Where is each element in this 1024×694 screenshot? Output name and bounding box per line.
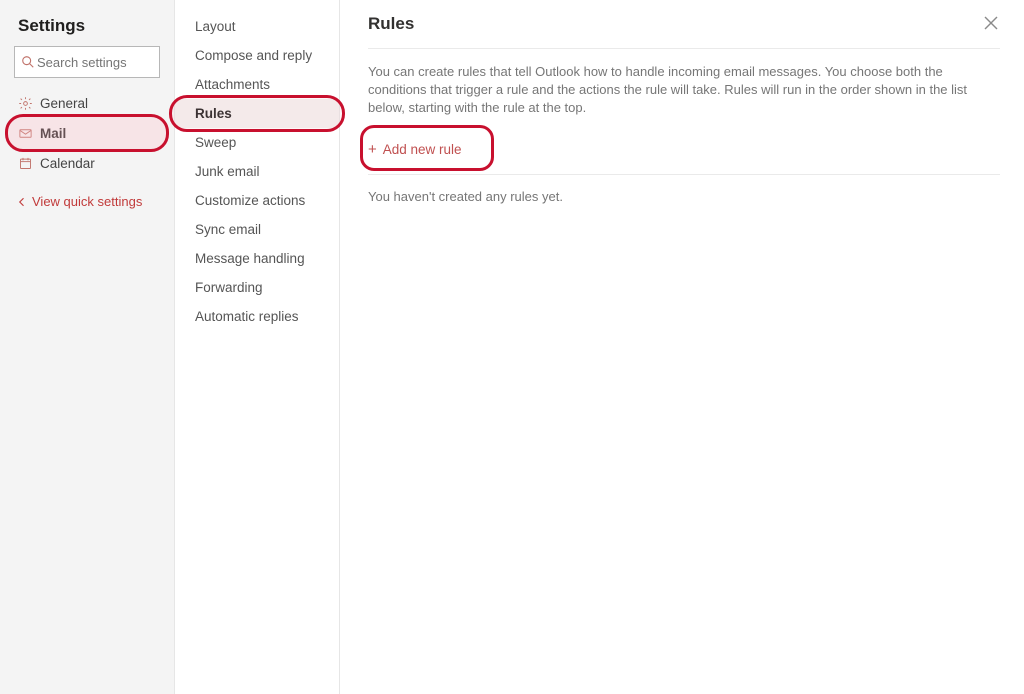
view-quick-settings-link[interactable]: View quick settings: [0, 178, 174, 209]
search-icon: [21, 55, 35, 69]
category-label: Calendar: [40, 156, 95, 171]
subnav-item-customize[interactable]: Customize actions: [175, 186, 339, 215]
subnav-item-attachments[interactable]: Attachments: [175, 70, 339, 99]
rules-description: You can create rules that tell Outlook h…: [368, 63, 1000, 118]
add-new-rule-button[interactable]: + Add new rule: [368, 139, 480, 160]
sidebar-primary: Settings Gene: [0, 0, 175, 694]
calendar-icon: [18, 156, 40, 171]
subnav-item-autoreply[interactable]: Automatic replies: [175, 302, 339, 331]
search-box[interactable]: [14, 46, 160, 78]
settings-app: Settings Gene: [0, 0, 1024, 694]
subnav-item-compose[interactable]: Compose and reply: [175, 41, 339, 70]
subnav-item-sync[interactable]: Sync email: [175, 215, 339, 244]
plus-icon: +: [368, 141, 377, 158]
close-icon[interactable]: [982, 14, 1000, 36]
page-title: Rules: [368, 14, 414, 34]
sidebar-secondary: Layout Compose and reply Attachments Rul…: [175, 0, 340, 694]
gear-icon: [18, 96, 40, 111]
sidebar-item-mail[interactable]: Mail: [0, 118, 174, 148]
mail-icon: [18, 126, 40, 141]
add-rule-label: Add new rule: [383, 142, 462, 157]
category-label: General: [40, 96, 88, 111]
quick-settings-label: View quick settings: [32, 194, 142, 209]
add-rule-section: + Add new rule: [368, 131, 1000, 175]
subnav-item-layout[interactable]: Layout: [175, 12, 339, 41]
empty-state-text: You haven't created any rules yet.: [368, 189, 1000, 204]
search-wrap: [14, 46, 160, 78]
category-label: Mail: [40, 126, 66, 141]
subnav-item-junk[interactable]: Junk email: [175, 157, 339, 186]
category-list: General Mail: [0, 88, 174, 178]
subnav-item-sweep[interactable]: Sweep: [175, 128, 339, 157]
subnav-item-rules[interactable]: Rules: [175, 99, 339, 128]
main-panel: Rules You can create rules that tell Out…: [340, 0, 1024, 694]
sidebar-item-general[interactable]: General: [0, 88, 174, 118]
chevron-left-icon: [16, 196, 28, 208]
subnav-item-forwarding[interactable]: Forwarding: [175, 273, 339, 302]
subnav-item-mh[interactable]: Message handling: [175, 244, 339, 273]
settings-title: Settings: [0, 12, 174, 46]
main-header: Rules: [368, 14, 1000, 49]
sidebar-item-calendar[interactable]: Calendar: [0, 148, 174, 178]
